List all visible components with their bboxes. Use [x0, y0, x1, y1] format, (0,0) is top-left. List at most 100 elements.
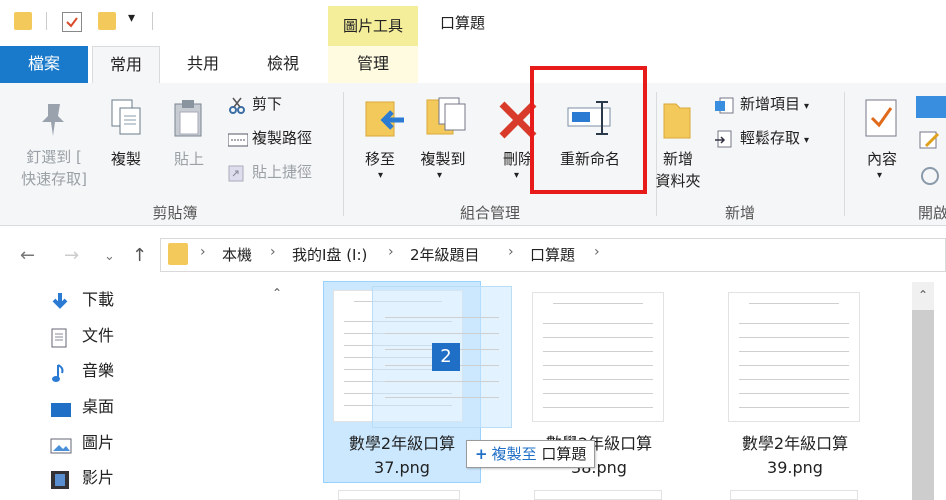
nav-item-documents[interactable]: 文件 [50, 321, 114, 351]
new-item-chevron-icon: ▾ [804, 101, 810, 112]
file-name[interactable]: 數學2年級口算 37.png [323, 432, 481, 480]
window-title: 口算題 [440, 14, 486, 32]
forward-arrow-icon[interactable]: → [64, 245, 79, 266]
music-note-icon [50, 363, 70, 382]
file-thumbnail [338, 490, 460, 500]
file-thumbnail [532, 292, 664, 422]
new-folder-label-line2: 資料夾 [655, 172, 701, 190]
film-icon [50, 470, 70, 489]
new-item-button[interactable]: 新增項目 ▾ [714, 92, 809, 119]
properties-chevron-icon[interactable]: ▾ [877, 170, 882, 181]
tab-share[interactable]: 共用 [170, 46, 236, 83]
nav-item-label: 影片 [82, 468, 115, 487]
move-to-icon [362, 98, 406, 146]
file-thumbnail [534, 490, 662, 500]
breadcrumb-grade2[interactable]: 2年級題目 [410, 244, 480, 265]
pin-to-quick-access-button[interactable]: 釘選到 [ 快速存取] [12, 146, 96, 190]
file-name[interactable]: 數學2年級口算 39.png [716, 432, 874, 480]
move-to-chevron-icon[interactable]: ▾ [378, 170, 383, 181]
paste-icon [172, 98, 206, 142]
file-name-line1: 數學2年級口算 [348, 434, 456, 453]
breadcrumb-chevron-icon[interactable]: › [388, 244, 394, 260]
rename-highlight-box [530, 66, 647, 194]
move-to-button[interactable]: 移至 [355, 148, 405, 170]
breadcrumb-current[interactable]: 口算題 [530, 244, 575, 265]
properties-button[interactable]: 內容 [856, 148, 908, 170]
scroll-up-icon[interactable]: ⌃ [272, 286, 282, 300]
nav-item-music[interactable]: 音樂 [50, 356, 114, 386]
new-folder-quick-icon[interactable] [98, 12, 116, 30]
customize-quick-access-chevron-icon[interactable]: ▾ [128, 10, 135, 26]
paste-button[interactable]: 貼上 [164, 148, 214, 170]
new-folder-label-line1: 新增 [662, 150, 693, 168]
easy-access-icon [714, 130, 734, 148]
tab-file[interactable]: 檔案 [0, 46, 88, 83]
open-icon[interactable] [916, 96, 946, 118]
clipboard-group-label: 剪貼簿 [152, 204, 198, 222]
new-folder-icon [662, 100, 692, 144]
folder-icon [14, 12, 32, 30]
nav-item-label: 圖片 [82, 433, 115, 452]
scroll-up-icon[interactable]: ⌃ [918, 288, 928, 302]
download-arrow-icon [50, 292, 70, 310]
properties-quick-icon[interactable] [62, 12, 82, 32]
delete-chevron-icon[interactable]: ▾ [514, 170, 519, 181]
recent-locations-chevron-icon[interactable]: ⌄ [104, 249, 115, 264]
copy-to-chevron-icon[interactable]: ▾ [437, 170, 442, 181]
paste-shortcut-label: 貼上捷徑 [252, 163, 313, 181]
group-divider [343, 92, 344, 216]
pin-icon [38, 102, 68, 142]
open-group-label: 開啟 [918, 204, 946, 222]
breadcrumb-drive[interactable]: 我的I盘 (I:) [292, 244, 367, 265]
breadcrumb-chevron-icon[interactable]: › [594, 244, 600, 260]
nav-item-label: 音樂 [82, 361, 115, 380]
nav-item-desktop[interactable]: 桌面 [50, 392, 114, 422]
paste-shortcut-icon [228, 164, 246, 182]
new-item-icon [714, 96, 734, 114]
nav-item-downloads[interactable]: 下載 [50, 285, 114, 315]
new-group-label: 新增 [724, 204, 755, 222]
new-item-label: 新增項目 [740, 95, 801, 113]
history-icon[interactable] [918, 166, 942, 186]
breadcrumb-chevron-icon[interactable]: › [200, 244, 206, 260]
plus-icon: + [475, 445, 488, 463]
paste-shortcut-button[interactable]: 貼上捷徑 [228, 160, 312, 184]
copy-icon [110, 98, 144, 142]
scissors-icon [228, 96, 246, 114]
easy-access-button[interactable]: 輕鬆存取 ▾ [714, 126, 809, 153]
drag-tooltip-target: 口算題 [541, 445, 587, 463]
document-icon [50, 328, 70, 347]
new-folder-button[interactable]: 新增 資料夾 [648, 148, 708, 192]
cut-button[interactable]: 剪下 [228, 92, 282, 116]
up-arrow-icon[interactable]: ↑ [132, 245, 147, 266]
divider [46, 12, 47, 30]
properties-icon [864, 98, 898, 142]
drag-count-badge: 2 [432, 343, 460, 371]
copy-path-button[interactable]: 複製路徑 [227, 126, 312, 150]
nav-item-videos[interactable]: 影片 [50, 463, 114, 493]
address-folder-icon [168, 243, 188, 265]
tab-manage[interactable]: 管理 [328, 46, 418, 83]
nav-item-label: 下載 [82, 290, 115, 309]
breadcrumb-this-pc[interactable]: 本機 [222, 244, 252, 265]
file-name-line2: 37.png [374, 458, 430, 477]
drag-tooltip-action: 複製至 [491, 445, 537, 463]
copy-path-icon [227, 130, 249, 148]
nav-item-pictures[interactable]: 圖片 [50, 428, 114, 458]
back-arrow-icon[interactable]: ← [20, 245, 35, 266]
easy-access-chevron-icon: ▾ [804, 135, 810, 146]
pin-label-line1: 釘選到 [ [26, 148, 82, 166]
breadcrumb-chevron-icon[interactable]: › [508, 244, 514, 260]
file-thumbnail [728, 292, 860, 422]
organize-group-label: 組合管理 [459, 204, 520, 222]
scrollbar-thumb[interactable] [912, 310, 934, 500]
copy-to-button[interactable]: 複製到 [410, 148, 476, 170]
copy-button[interactable]: 複製 [100, 148, 152, 170]
tab-view[interactable]: 檢視 [250, 46, 316, 83]
tab-home[interactable]: 常用 [92, 46, 160, 85]
copy-to-icon [425, 96, 467, 146]
file-thumbnail [730, 490, 858, 500]
cut-label: 剪下 [252, 95, 283, 113]
edit-icon[interactable] [918, 130, 942, 150]
breadcrumb-chevron-icon[interactable]: › [270, 244, 276, 260]
